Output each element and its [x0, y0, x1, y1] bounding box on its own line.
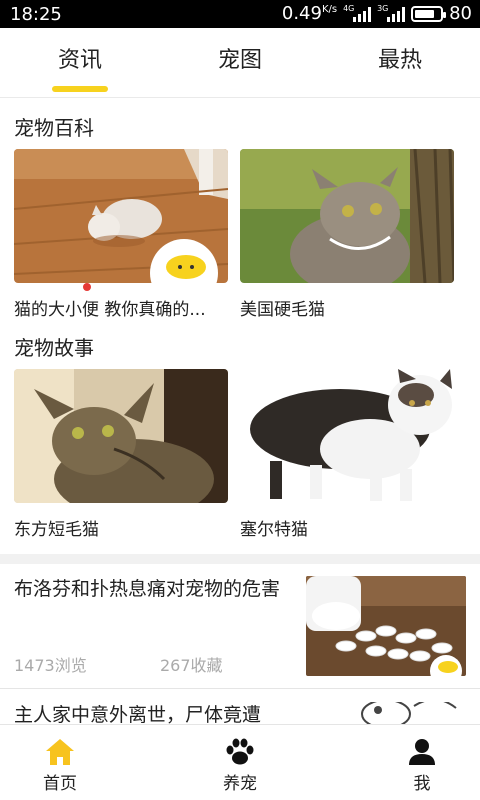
nav-me[interactable]: 我	[362, 725, 480, 800]
article-title: 主人家中意外离世，尸体竟遭	[14, 704, 262, 724]
card-caption: 塞尔特猫	[240, 520, 308, 540]
white-pills-image	[306, 576, 466, 676]
nav-raise-pet-label: 养宠	[223, 774, 257, 794]
top-tabs: 资讯 宠图 最热	[0, 28, 480, 98]
card-oriental-shorthair[interactable]: 东方短毛猫	[14, 369, 228, 540]
nav-raise-pet[interactable]: 养宠	[180, 725, 300, 800]
tab-pet-pictures[interactable]: 宠图	[180, 42, 300, 74]
status-right: 0.49K/s 4G 3G 80	[282, 3, 472, 24]
white-cat-on-floor-image	[14, 149, 228, 283]
card-american-wirehair[interactable]: 美国硬毛猫	[240, 149, 454, 320]
nav-me-label: 我	[413, 774, 431, 794]
bottom-navigation: 首页 养宠 我	[0, 724, 480, 800]
unread-dot	[83, 283, 91, 291]
cartoon-cat-image	[306, 702, 466, 724]
network-speed: 0.49K/s	[281, 3, 338, 24]
signal-4g-icon: 4G	[343, 4, 372, 22]
section-title-stories: 宠物故事	[14, 336, 94, 360]
card-selkirk-cat[interactable]: 塞尔特猫	[240, 369, 454, 540]
oriental-shorthair-cat-image	[14, 369, 228, 503]
card-cat-toilet[interactable]: 猫的大小便 教你真确的...	[14, 149, 228, 320]
favorite-count: 267收藏	[160, 656, 223, 675]
card-caption: 东方短毛猫	[14, 520, 99, 540]
nav-home-label: 首页	[43, 774, 77, 794]
article-title: 布洛芬和扑热息痛对宠物的危害	[14, 578, 281, 600]
status-time: 18:25	[10, 4, 62, 25]
section-separator	[0, 554, 480, 564]
tabby-cat-by-tree-image	[240, 149, 454, 283]
paw-icon	[226, 738, 254, 765]
signal-3g-icon: 3G	[377, 4, 406, 22]
section-title-encyclopedia: 宠物百科	[14, 116, 94, 140]
status-bar: 18:25 0.49K/s 4G 3G 80	[0, 0, 480, 28]
article-owner-death[interactable]: 主人家中意外离世，尸体竟遭	[0, 702, 480, 724]
battery-percent: 80	[449, 3, 472, 24]
active-tab-indicator	[52, 86, 108, 92]
card-caption: 猫的大小便 教你真确的...	[14, 300, 206, 320]
tab-hottest[interactable]: 最热	[340, 42, 460, 74]
tab-news[interactable]: 资讯	[20, 42, 140, 74]
nav-home[interactable]: 首页	[0, 725, 120, 800]
battery-icon	[411, 5, 447, 22]
article-divider	[0, 688, 480, 689]
home-icon	[46, 739, 74, 765]
white-black-cat-standing-image	[240, 369, 454, 503]
view-count: 1473浏览	[14, 656, 87, 675]
card-caption: 美国硬毛猫	[240, 300, 325, 320]
user-icon	[409, 739, 435, 765]
